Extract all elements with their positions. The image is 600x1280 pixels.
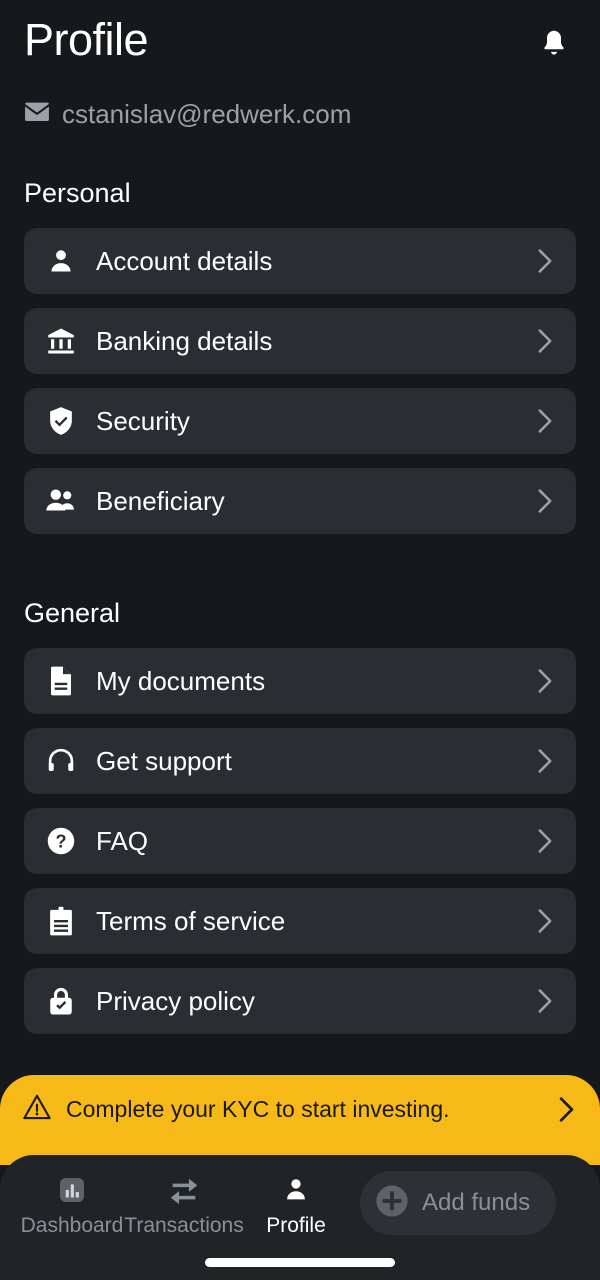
- bank-icon: [42, 322, 80, 360]
- chart-bars-icon: [57, 1173, 87, 1207]
- menu-item-label: Security: [96, 406, 190, 436]
- chevron-right-icon: [534, 666, 556, 696]
- chevron-right-icon: [534, 906, 556, 936]
- person-icon: [283, 1173, 309, 1207]
- warning-triangle-icon: [22, 1093, 52, 1126]
- question-circle-icon: ?: [42, 822, 80, 860]
- menu-item-get-support[interactable]: Get support: [24, 728, 576, 794]
- menu-item-terms-of-service[interactable]: Terms of service: [24, 888, 576, 954]
- menu-item-label: Beneficiary: [96, 486, 225, 516]
- chevron-right-icon: [534, 326, 556, 356]
- section-title-personal: Personal: [24, 178, 131, 208]
- chevron-right-icon: [534, 746, 556, 776]
- header: Profile: [0, 0, 600, 70]
- menu-item-beneficiary[interactable]: Beneficiary: [24, 468, 576, 534]
- envelope-icon: [24, 102, 50, 127]
- menu-item-privacy-policy[interactable]: Privacy policy: [24, 968, 576, 1034]
- nav-item-profile[interactable]: Profile: [240, 1169, 352, 1238]
- add-funds-label: Add funds: [422, 1189, 531, 1216]
- menu-item-label: Account details: [96, 246, 273, 276]
- bell-icon: [539, 27, 569, 64]
- swap-arrows-icon: [168, 1173, 200, 1207]
- menu-item-faq[interactable]: ? FAQ: [24, 808, 576, 874]
- menu-item-label: FAQ: [96, 826, 149, 856]
- kyc-message: Complete your KYC to start investing.: [66, 1096, 450, 1122]
- section-personal: Personal Account details Banking details…: [0, 176, 600, 534]
- home-indicator: [205, 1258, 395, 1267]
- people-icon: [42, 482, 80, 520]
- lock-check-icon: [42, 982, 80, 1020]
- nav-item-dashboard[interactable]: Dashboard: [16, 1169, 128, 1238]
- email-row: cstanislav@redwerk.com: [0, 70, 600, 130]
- chevron-right-icon: [534, 986, 556, 1016]
- chevron-right-icon: [534, 826, 556, 856]
- menu-item-label: Privacy policy: [96, 986, 255, 1016]
- add-funds-button[interactable]: Add funds: [360, 1171, 557, 1235]
- menu-item-label: Banking details: [96, 326, 273, 356]
- profile-screen: Profile cstanislav@redwerk.com Personal: [0, 0, 600, 1280]
- menu-item-label: My documents: [96, 666, 266, 696]
- menu-item-label: Get support: [96, 746, 232, 776]
- chevron-right-icon[interactable]: [554, 1095, 578, 1123]
- chevron-right-icon: [534, 486, 556, 516]
- chevron-right-icon: [534, 246, 556, 276]
- menu-item-my-documents[interactable]: My documents: [24, 648, 576, 714]
- section-title-general: General: [24, 598, 121, 628]
- clipboard-icon: [42, 902, 80, 940]
- document-icon: [42, 662, 80, 700]
- nav-label: Dashboard: [20, 1214, 124, 1237]
- nav-label: Profile: [266, 1214, 326, 1237]
- svg-text:?: ?: [55, 832, 66, 852]
- shield-check-icon: [42, 402, 80, 440]
- menu-item-account-details[interactable]: Account details: [24, 228, 576, 294]
- menu-item-label: Terms of service: [96, 906, 286, 936]
- nav-label: Transactions: [124, 1214, 244, 1237]
- headset-icon: [42, 742, 80, 780]
- notifications-button[interactable]: [532, 20, 576, 70]
- nav-item-transactions[interactable]: Transactions: [124, 1169, 244, 1238]
- page-title: Profile: [24, 14, 149, 65]
- plus-circle-icon: [374, 1183, 410, 1224]
- menu-item-security[interactable]: Security: [24, 388, 576, 454]
- person-icon: [42, 242, 80, 280]
- kyc-banner[interactable]: Complete your KYC to start investing.: [0, 1075, 600, 1165]
- section-general: General My documents Get support ? FAQ T…: [0, 596, 600, 1034]
- email-address: cstanislav@redwerk.com: [62, 99, 352, 129]
- chevron-right-icon: [534, 406, 556, 436]
- menu-item-banking-details[interactable]: Banking details: [24, 308, 576, 374]
